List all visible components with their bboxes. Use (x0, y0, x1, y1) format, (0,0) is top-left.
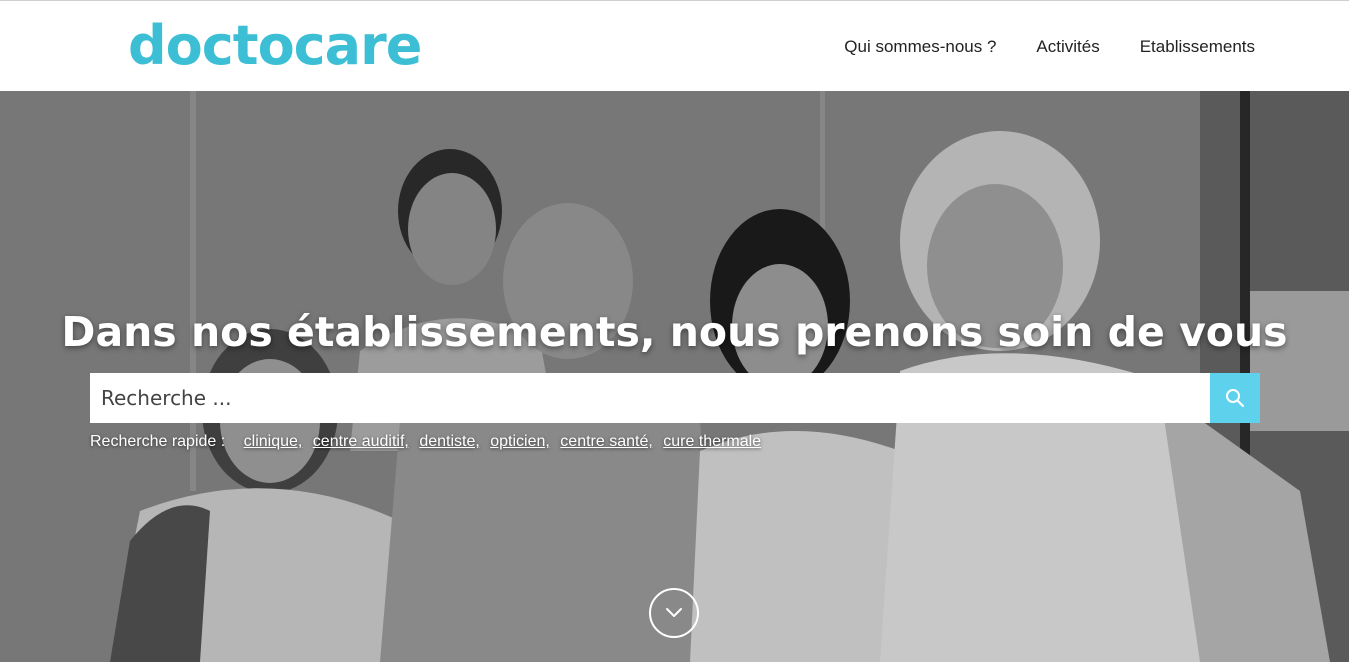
quick-link-centre-auditif[interactable]: centre auditif, (313, 433, 409, 450)
search-icon (1226, 389, 1245, 408)
nav-etablissements[interactable]: Etablissements (1140, 37, 1255, 57)
doctocare-logo[interactable]: doctocare (128, 15, 422, 77)
site-header: doctocare Qui sommes-nous ? Activités Et… (0, 0, 1349, 91)
quick-link-opticien[interactable]: opticien, (490, 433, 550, 450)
quick-link-dentiste[interactable]: dentiste, (419, 433, 479, 450)
scroll-down-button[interactable] (649, 588, 699, 638)
quick-search-label: Recherche rapide : (90, 433, 226, 450)
nav-activites[interactable]: Activités (1036, 37, 1099, 57)
hero-title: Dans nos établissements, nous prenons so… (61, 308, 1288, 357)
quick-link-cure-thermale[interactable]: cure thermale (663, 433, 761, 450)
quick-link-clinique[interactable]: clinique, (244, 433, 303, 450)
quick-link-centre-sante[interactable]: centre santé, (560, 433, 653, 450)
search-bar (90, 373, 1260, 423)
hero-section: Dans nos établissements, nous prenons so… (0, 91, 1349, 662)
quick-search: Recherche rapide : clinique, centre audi… (90, 433, 767, 451)
nav-qui-sommes-nous[interactable]: Qui sommes-nous ? (844, 37, 996, 57)
chevron-down-icon (666, 608, 682, 617)
main-nav: Qui sommes-nous ? Activités Etablissemen… (844, 37, 1255, 57)
search-input[interactable] (90, 373, 1210, 423)
search-button[interactable] (1210, 373, 1260, 423)
